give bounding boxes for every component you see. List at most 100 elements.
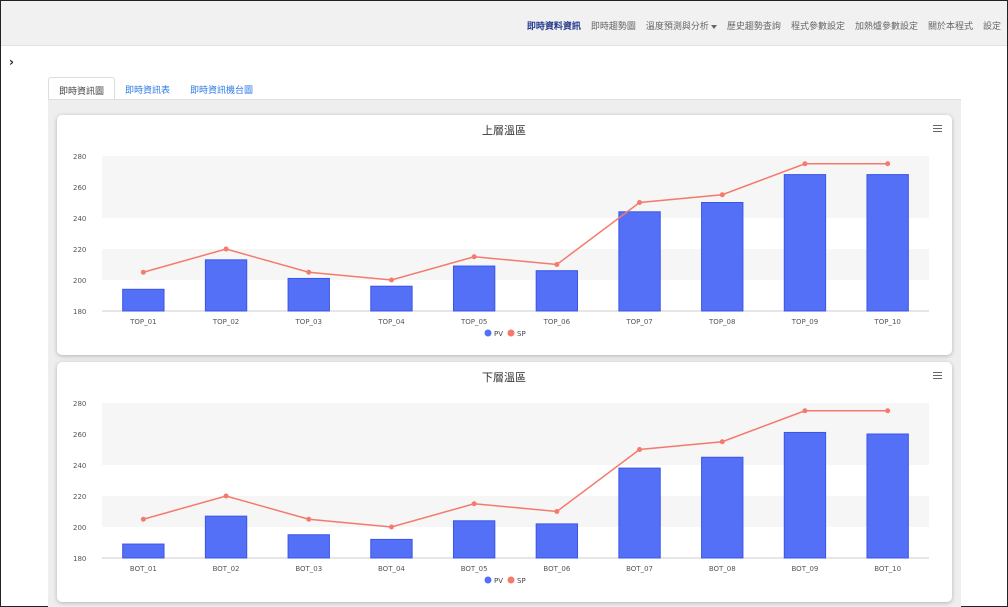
- point-sp: [554, 509, 560, 514]
- x-tick-label: TOP_02: [212, 318, 239, 326]
- point-sp: [802, 161, 808, 167]
- point-sp: [885, 408, 891, 414]
- x-tick-label: BOT_07: [626, 565, 653, 573]
- x-tick-label: BOT_09: [792, 565, 819, 573]
- nav-links: 即時資料資訊 即時趨勢圖 溫度預測與分析 歷史趨勢查詢 程式參數設定 加熱爐參數…: [517, 19, 1001, 32]
- nav-settings[interactable]: 設定: [983, 19, 1001, 32]
- bar-pv: [122, 288, 165, 312]
- point-sp: [306, 516, 312, 522]
- bar-pv: [452, 265, 496, 312]
- tab-realtime-machine-chart[interactable]: 即時資訊機台圖: [180, 77, 263, 100]
- point-sp: [471, 501, 477, 507]
- nav-furnace-params[interactable]: 加熱爐參數設定: [855, 19, 918, 32]
- y-tick-label: 200: [73, 524, 86, 532]
- y-tick-label: 260: [73, 184, 86, 192]
- top-navbar: 即時資料資訊 即時趨勢圖 溫度預測與分析 歷史趨勢查詢 程式參數設定 加熱爐參數…: [1, 1, 1007, 46]
- x-tick-label: TOP_01: [129, 318, 156, 326]
- legend-label-sp: SP: [517, 577, 526, 585]
- chart-bottom-zone: 下層溫區 180 200 220 240 260 280 BOT_01 BOT_02 BOT_03…: [73, 370, 929, 585]
- legend-label-pv: PV: [494, 577, 503, 585]
- x-tick-label: BOT_04: [378, 565, 405, 573]
- nav-realtime-info[interactable]: 即時資料資訊: [527, 19, 581, 32]
- bar-pv: [370, 285, 413, 312]
- x-tick-label: BOT_05: [461, 565, 488, 573]
- nav-about[interactable]: 關於本程式: [928, 19, 973, 32]
- point-sp: [885, 161, 891, 167]
- point-sp: [802, 408, 808, 414]
- bar-pv: [618, 211, 661, 312]
- nav-program-params[interactable]: 程式參數設定: [791, 19, 845, 32]
- x-tick-label: TOP_05: [460, 318, 487, 326]
- point-sp: [471, 254, 477, 260]
- legend-label-pv: PV: [494, 330, 503, 338]
- y-tick-label: 260: [73, 431, 86, 439]
- point-sp: [637, 447, 643, 452]
- x-tick-label: TOP_10: [873, 318, 900, 326]
- menu-icon[interactable]: [933, 372, 942, 381]
- bar-pv: [701, 202, 744, 312]
- x-tick-label: BOT_06: [543, 565, 570, 573]
- tab-realtime-table[interactable]: 即時資訊表: [115, 77, 180, 100]
- chart-card-top: 上層溫區 180 200 220 240 260 280 TOP_01 TOP_02 TOP_03…: [57, 115, 952, 355]
- point-sp: [388, 277, 394, 283]
- point-sp: [388, 524, 394, 530]
- x-tick-label: TOP_09: [791, 318, 818, 326]
- legend-marker-sp: [507, 576, 515, 584]
- point-sp: [306, 269, 312, 275]
- menu-icon[interactable]: [933, 125, 942, 134]
- x-tick-label: TOP_06: [543, 318, 571, 326]
- nav-realtime-trend[interactable]: 即時趨勢圖: [591, 19, 636, 32]
- bar-pv: [452, 520, 496, 559]
- bar-pv: [618, 467, 661, 559]
- bar-pv: [204, 259, 248, 312]
- bar-pv: [370, 538, 413, 559]
- x-tick-label: BOT_08: [709, 565, 736, 573]
- bar-pv: [122, 543, 165, 559]
- legend-marker-pv: [484, 576, 492, 584]
- y-tick-label: 220: [73, 246, 86, 254]
- legend-marker-pv: [484, 329, 492, 337]
- chart-top-zone: 上層溫區 180 200 220 240 260 280 TOP_01 TOP_02 TOP_03…: [73, 123, 929, 338]
- x-tick-label: TOP_08: [708, 318, 735, 326]
- x-tick-label: TOP_04: [377, 318, 405, 326]
- legend-label-sp: SP: [517, 330, 526, 338]
- point-sp: [719, 192, 725, 198]
- chart-title: 下層溫區: [482, 370, 526, 384]
- bar-pv: [866, 174, 909, 312]
- bar-pv: [701, 456, 744, 559]
- x-tick-label: BOT_01: [130, 565, 157, 573]
- nav-temperature-forecast[interactable]: 溫度預測與分析: [646, 19, 717, 32]
- x-tick-label: BOT_02: [213, 565, 240, 573]
- chevron-right-icon[interactable]: ›: [9, 55, 14, 69]
- chart-title: 上層溫區: [482, 123, 526, 137]
- x-tick-label: BOT_03: [295, 565, 322, 573]
- point-sp: [223, 246, 229, 252]
- bar-pv: [287, 534, 330, 559]
- x-tick-label: BOT_10: [874, 565, 901, 573]
- x-tick-label: TOP_03: [295, 318, 322, 326]
- point-sp: [554, 262, 560, 267]
- nav-history-trend[interactable]: 歷史趨勢查詢: [727, 19, 781, 32]
- bar-pv: [783, 431, 827, 559]
- y-tick-label: 180: [73, 308, 86, 316]
- tab-realtime-chart[interactable]: 即時資訊圖: [48, 77, 116, 100]
- y-tick-label: 200: [73, 277, 86, 285]
- point-sp: [140, 516, 146, 522]
- y-tick-label: 220: [73, 493, 86, 501]
- bar-pv: [535, 523, 579, 559]
- bar-pv: [783, 174, 827, 312]
- nav-temperature-forecast-label: 溫度預測與分析: [645, 22, 709, 32]
- y-tick-label: 280: [73, 400, 86, 408]
- point-sp: [637, 200, 643, 205]
- bar-pv: [535, 270, 579, 312]
- bar-pv: [204, 515, 248, 559]
- point-sp: [140, 269, 146, 275]
- y-tick-label: 280: [73, 153, 86, 161]
- bar-pv: [866, 433, 909, 559]
- tab-bar: 即時資訊圖 即時資訊表 即時資訊機台圖: [48, 77, 263, 100]
- chart-card-bottom: 下層溫區 180 200 220 240 260 280 BOT_01 BOT_02 BOT_03…: [57, 362, 952, 602]
- x-tick-label: TOP_07: [625, 318, 652, 326]
- y-tick-label: 180: [73, 555, 86, 563]
- y-tick-label: 240: [73, 462, 86, 470]
- caret-down-icon: [710, 24, 717, 29]
